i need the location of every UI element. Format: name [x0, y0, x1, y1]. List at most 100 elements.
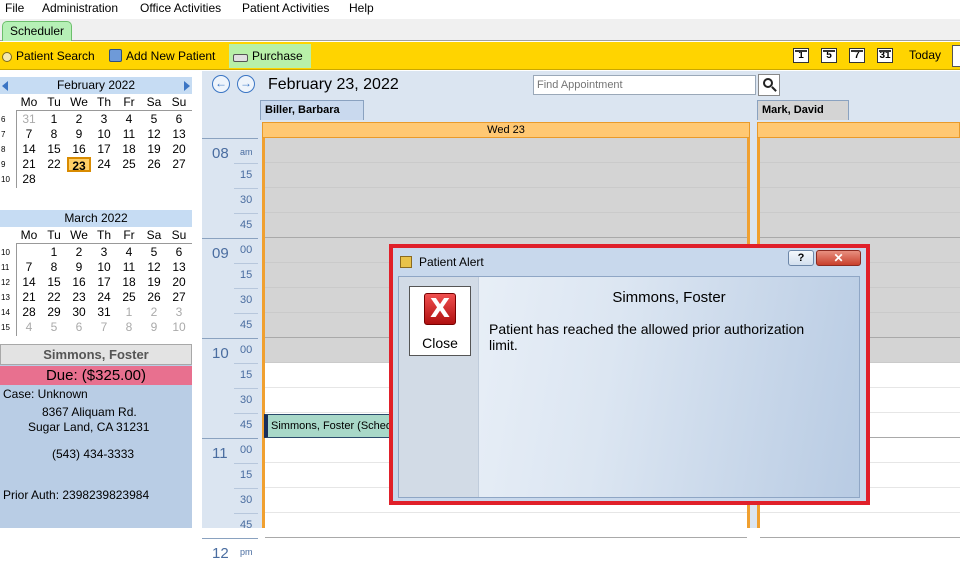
calendar-day[interactable]: 2 [67, 245, 91, 260]
time-slot[interactable] [760, 163, 960, 188]
calendar-day[interactable]: 24 [92, 290, 116, 305]
calendar-day[interactable]: 26 [142, 290, 166, 305]
calendar-day[interactable]: 22 [42, 290, 66, 305]
calendar-day[interactable]: 6 [167, 112, 191, 127]
month-view-button[interactable]: 31 [877, 48, 893, 63]
calendar-day[interactable]: 29 [42, 305, 66, 320]
calendar-day[interactable]: 15 [42, 142, 66, 157]
calendar-day[interactable]: 28 [17, 172, 41, 187]
calendar-day[interactable]: 4 [117, 112, 141, 127]
calendar-day[interactable]: 6 [67, 320, 91, 335]
patient-search-button[interactable]: Patient Search [2, 47, 95, 65]
calendar-day[interactable]: 1 [117, 305, 141, 320]
next-day-button[interactable]: → [237, 75, 255, 93]
work-week-view-button[interactable]: 5 [821, 48, 837, 63]
calendar-day[interactable]: 14 [17, 275, 41, 290]
menu-office-activities[interactable]: Office Activities [140, 1, 221, 15]
calendar-day[interactable]: 3 [92, 112, 116, 127]
calendar-day[interactable]: 27 [167, 157, 191, 172]
window-close-button[interactable]: ✕ [816, 250, 861, 266]
calendar-day[interactable]: 5 [42, 320, 66, 335]
calendar-day[interactable]: 8 [42, 127, 66, 142]
calendar-day[interactable]: 10 [167, 320, 191, 335]
calendar-day[interactable]: 31 [92, 305, 116, 320]
day-view-button[interactable]: 1 [793, 48, 809, 63]
calendar-day[interactable]: 15 [42, 275, 66, 290]
previous-day-button[interactable]: ← [212, 75, 230, 93]
calendar-day[interactable]: 7 [17, 260, 41, 275]
calendar-day[interactable]: 7 [17, 127, 41, 142]
calendar-day[interactable]: 23 [67, 290, 91, 305]
calendar-day[interactable]: 2 [142, 305, 166, 320]
calendar-day[interactable]: 12 [142, 260, 166, 275]
week-view-button[interactable]: 7 [849, 48, 865, 63]
calendar-day[interactable]: 22 [42, 157, 66, 172]
calendar-day[interactable]: 1 [42, 245, 66, 260]
calendar-day[interactable]: 31 [17, 112, 41, 127]
calendar-day[interactable]: 19 [142, 142, 166, 157]
calendar-day[interactable]: 24 [92, 157, 116, 172]
calendar-day[interactable]: 9 [67, 127, 91, 142]
time-slot[interactable] [265, 188, 747, 213]
calendar-day[interactable]: 18 [117, 275, 141, 290]
next-month-icon[interactable] [184, 81, 190, 91]
purchase-button[interactable]: Purchase [229, 44, 311, 68]
calendar-day[interactable]: 4 [117, 245, 141, 260]
calendar-day[interactable]: 11 [117, 127, 141, 142]
calendar-day[interactable]: 3 [92, 245, 116, 260]
resource-tab-mark-david[interactable]: Mark, David [757, 100, 849, 120]
calendar-day[interactable]: 9 [142, 320, 166, 335]
calendar-day[interactable]: 19 [142, 275, 166, 290]
calendar-day[interactable]: 20 [167, 275, 191, 290]
calendar-day[interactable]: 28 [17, 305, 41, 320]
prev-month-icon[interactable] [2, 81, 8, 91]
time-slot[interactable] [760, 213, 960, 238]
time-slot[interactable] [265, 138, 747, 163]
time-slot[interactable] [265, 513, 747, 538]
time-slot[interactable] [760, 138, 960, 163]
calendar-day[interactable]: 8 [42, 260, 66, 275]
calendar-day[interactable]: 14 [17, 142, 41, 157]
calendar-day[interactable]: 8 [117, 320, 141, 335]
menu-administration[interactable]: Administration [42, 1, 118, 15]
calendar-day[interactable]: 26 [142, 157, 166, 172]
calendar-day[interactable]: 12 [142, 127, 166, 142]
calendar-day[interactable]: 13 [167, 260, 191, 275]
resource-tab-biller-barbara[interactable]: Biller, Barbara [260, 100, 364, 120]
calendar-day[interactable]: 5 [142, 245, 166, 260]
time-slot[interactable] [265, 213, 747, 238]
add-new-patient-button[interactable]: Add New Patient [109, 47, 215, 65]
calendar-day[interactable]: 9 [67, 260, 91, 275]
calendar-day[interactable]: 17 [92, 275, 116, 290]
today-date-field[interactable] [952, 45, 960, 67]
tab-scheduler[interactable]: Scheduler [2, 21, 72, 41]
calendar-day[interactable]: 23 [67, 157, 91, 173]
menu-help[interactable]: Help [349, 1, 374, 15]
calendar-day[interactable]: 7 [92, 320, 116, 335]
calendar-day[interactable]: 21 [17, 157, 41, 172]
time-slot[interactable] [760, 513, 960, 538]
calendar-day[interactable]: 2 [67, 112, 91, 127]
calendar-day[interactable]: 13 [167, 127, 191, 142]
calendar-day[interactable]: 10 [92, 127, 116, 142]
calendar-day[interactable]: 16 [67, 275, 91, 290]
calendar-day[interactable]: 11 [117, 260, 141, 275]
calendar-day[interactable]: 3 [167, 305, 191, 320]
menu-file[interactable]: File [5, 1, 24, 15]
calendar-day[interactable]: 20 [167, 142, 191, 157]
calendar-day[interactable]: 10 [92, 260, 116, 275]
find-appointment-input[interactable] [533, 75, 756, 95]
time-slot[interactable] [265, 163, 747, 188]
calendar-day[interactable]: 16 [67, 142, 91, 157]
calendar-day[interactable]: 25 [117, 157, 141, 172]
calendar-day[interactable]: 6 [167, 245, 191, 260]
calendar-day[interactable]: 1 [42, 112, 66, 127]
time-slot[interactable] [760, 188, 960, 213]
menu-patient-activities[interactable]: Patient Activities [242, 1, 329, 15]
calendar-day[interactable]: 27 [167, 290, 191, 305]
calendar-day[interactable]: 17 [92, 142, 116, 157]
calendar-day[interactable]: 21 [17, 290, 41, 305]
calendar-day[interactable]: 18 [117, 142, 141, 157]
close-button[interactable]: X Close [409, 286, 471, 356]
find-appointment-button[interactable] [758, 74, 780, 96]
